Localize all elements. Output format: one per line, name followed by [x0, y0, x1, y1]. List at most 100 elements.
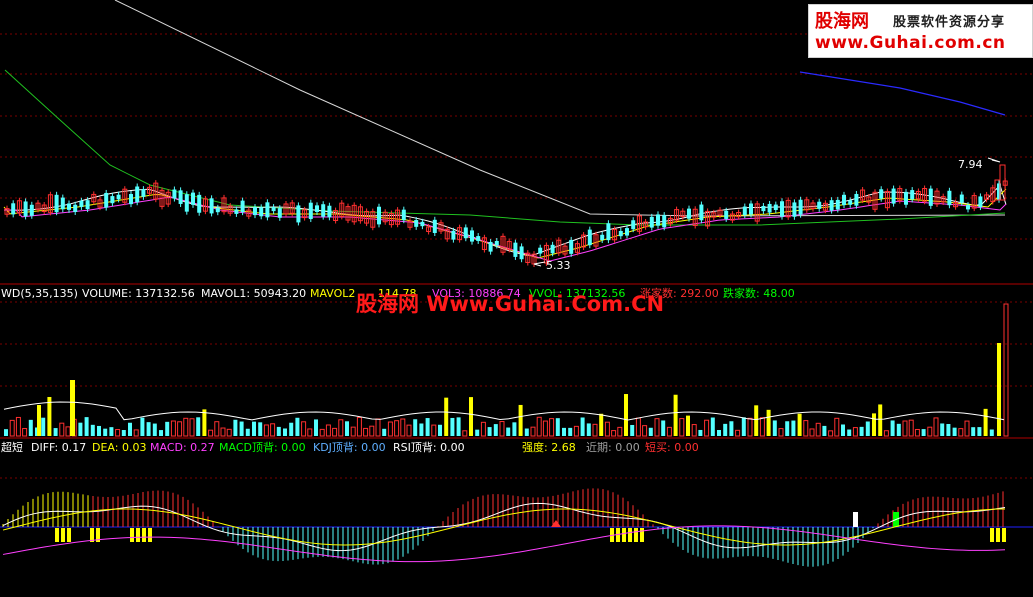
volume-bar [369, 425, 375, 437]
volume-value: VOLUME: 137132.56 [82, 287, 195, 300]
candle-down [141, 189, 146, 197]
signal-bar [622, 528, 626, 542]
volume-bar [785, 421, 790, 436]
volume-bar [382, 428, 387, 436]
volume-bar [766, 409, 771, 436]
volume-bar [314, 419, 318, 436]
candle-down [451, 230, 456, 240]
volume-bar [759, 417, 765, 437]
candle-down [749, 203, 753, 215]
volume-bar [258, 422, 263, 436]
candle-down [110, 196, 115, 204]
volume-bar [487, 427, 492, 436]
volume-bar [177, 421, 183, 437]
volume-bar [927, 426, 933, 437]
volume-bar [233, 419, 238, 436]
candle-down [904, 191, 908, 205]
volume-bar [977, 427, 982, 436]
volume-bar [859, 426, 864, 436]
signal-bar [990, 528, 994, 542]
candle-down [296, 205, 301, 223]
signal-bar [1002, 528, 1006, 542]
candle-down [829, 200, 834, 211]
strength-value: 强度: 2.68 [522, 441, 576, 454]
volume-bar [542, 420, 548, 437]
volume-bar [170, 420, 176, 437]
volume-bar [710, 417, 715, 436]
volume-bar [270, 423, 276, 437]
candle-down [54, 194, 59, 213]
candle-down [234, 209, 239, 214]
volume-bar [159, 430, 163, 436]
volume-bar [22, 428, 28, 437]
volume-bar [604, 421, 610, 437]
signal-bar [853, 512, 858, 527]
signal-bar [136, 528, 140, 542]
volume-bar [140, 417, 145, 436]
candle-down [172, 189, 177, 199]
volume-bar [630, 424, 635, 436]
volume-bar [586, 423, 591, 436]
volume-bar [865, 421, 870, 436]
volume-bar [997, 343, 1001, 436]
volume-bar [338, 419, 344, 437]
volume-bar [53, 428, 58, 436]
volume-bar [691, 424, 697, 437]
candle-down [631, 220, 636, 230]
volume-bar [555, 418, 560, 436]
volume-bar [1003, 303, 1009, 437]
candle-down [910, 190, 915, 200]
volume-bar [704, 419, 710, 437]
mavol2-value: MAVOL2 [310, 287, 356, 300]
candle-down [253, 207, 257, 216]
site-logo[interactable]: 股海网 股票软件资源分享 www.Guhai.com.cn [808, 4, 1033, 58]
candle-down [798, 199, 803, 215]
volume-bar [914, 428, 920, 437]
volume-bar [133, 429, 139, 437]
candle-down [271, 207, 276, 212]
volume-bar [878, 404, 883, 436]
volume-bar [450, 417, 455, 436]
volume-bar [648, 427, 653, 436]
volume-bar [902, 420, 908, 437]
candle-down [606, 223, 611, 241]
volume-bar [791, 420, 796, 436]
recent-value: 近期: 0.00 [586, 441, 640, 454]
indicator-panel[interactable] [2, 488, 1006, 567]
candle-down [85, 200, 90, 210]
volume-bar [971, 427, 976, 436]
volume-bar [841, 424, 845, 436]
volume-bar [536, 416, 542, 437]
volume-bar [729, 421, 734, 436]
candle-down [327, 205, 332, 218]
candle-down [191, 192, 195, 205]
volume-bar [518, 404, 523, 436]
volume-bar [686, 415, 690, 436]
volume-bar [220, 427, 226, 437]
volume-bar [872, 413, 876, 436]
macd-line [2, 525, 1006, 563]
volume-panel[interactable] [3, 303, 1009, 437]
volume-bar [852, 427, 858, 437]
candle-down [215, 207, 220, 213]
volume-bar [475, 429, 480, 436]
volume-bar [654, 418, 660, 437]
low-price-marker: 5.33 [546, 259, 571, 272]
signal-bar [996, 528, 1000, 542]
candle-down [67, 203, 71, 210]
candle-down [792, 202, 797, 217]
volume-bar [289, 422, 294, 436]
volume-bar [4, 429, 8, 436]
candle-down [129, 193, 133, 205]
volume-bar [698, 429, 703, 436]
volume-bar [940, 423, 945, 436]
candle-down [184, 194, 189, 212]
volume-bar [128, 422, 132, 436]
logo-brand: 股海网 [815, 11, 869, 32]
volume-bar [549, 418, 555, 437]
volume-bar [673, 394, 678, 436]
logo-tagline: 股票软件资源分享 [893, 15, 1006, 30]
candle-down [23, 201, 28, 217]
volume-bar [964, 420, 970, 437]
candle-down [891, 188, 896, 204]
